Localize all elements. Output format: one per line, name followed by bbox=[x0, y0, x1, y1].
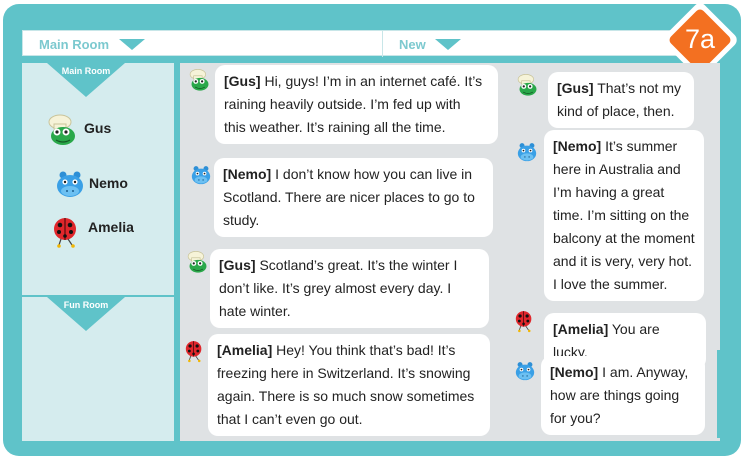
blue-hippo-icon bbox=[53, 167, 87, 201]
message-line: raining heavily outside. I’m fed up with bbox=[224, 96, 461, 112]
message-sender: [Gus] bbox=[557, 80, 594, 96]
chef-frog-icon bbox=[516, 73, 540, 97]
chevron-down-icon[interactable] bbox=[435, 39, 461, 50]
message-sender: [Gus] bbox=[219, 257, 256, 273]
chat-message: [Nemo] I don’t know how you can live in … bbox=[214, 158, 493, 237]
sidebar-user-gus[interactable]: Gus bbox=[84, 120, 111, 136]
blue-hippo-icon bbox=[189, 163, 213, 187]
room-sidebar: Main Room Gus Nemo Amelia Fun Room bbox=[22, 63, 174, 441]
room-tab-bar: Main Room New bbox=[22, 30, 720, 57]
message-line: how are things going bbox=[550, 387, 680, 403]
message-line: again. There is so much snow sometimes bbox=[217, 388, 475, 404]
message-line: don’t like. It’s grey almost every day. … bbox=[219, 280, 452, 296]
message-line: time. I’m sitting on the bbox=[553, 207, 690, 223]
message-sender: [Amelia] bbox=[217, 342, 273, 358]
chef-frog-icon bbox=[186, 250, 210, 274]
chef-frog-icon bbox=[46, 113, 80, 147]
tab-main-room[interactable]: Main Room bbox=[23, 31, 383, 57]
message-line: Scotland’s great. It’s the winter I bbox=[259, 257, 458, 273]
message-line: It’s summer bbox=[605, 138, 678, 154]
chat-message: [Amelia] Hey! You think that’s bad! It’s… bbox=[208, 334, 490, 436]
message-line: I’m having a great bbox=[553, 184, 665, 200]
sidebar-fun-room-label: Fun Room bbox=[63, 300, 109, 310]
message-line: I love the summer. bbox=[553, 276, 668, 292]
message-line: Hey! You think that’s bad! It’s bbox=[276, 342, 456, 358]
message-line: this weather. It’s raining all the time. bbox=[224, 119, 446, 135]
message-line: That’s not my bbox=[597, 80, 681, 96]
blue-hippo-icon bbox=[515, 140, 539, 164]
message-sender: [Gus] bbox=[224, 73, 261, 89]
chat-scrollbar[interactable] bbox=[717, 350, 720, 438]
message-line: and it is very, very hot. bbox=[553, 253, 693, 269]
message-sender: [Amelia] bbox=[553, 321, 609, 337]
message-line: for you? bbox=[550, 410, 601, 426]
message-line: balcony at the moment bbox=[553, 230, 695, 246]
message-line: I am. Anyway, bbox=[602, 364, 689, 380]
message-line: that I can’t even go out. bbox=[217, 411, 363, 427]
message-line: freezing here in Switzerland. It’s snowi… bbox=[217, 365, 471, 381]
ladybird-icon bbox=[513, 309, 537, 333]
tab-main-room-label: Main Room bbox=[39, 37, 110, 52]
message-line: Scotland. There are nicer places to go t… bbox=[223, 189, 475, 205]
message-line: kind of place, then. bbox=[557, 103, 675, 119]
chat-message: [Nemo] I am. Anyway, how are things goin… bbox=[541, 356, 705, 435]
message-sender: [Nemo] bbox=[223, 166, 272, 182]
blue-hippo-icon bbox=[513, 359, 537, 383]
sidebar-user-nemo[interactable]: Nemo bbox=[89, 175, 128, 191]
sidebar-user-amelia[interactable]: Amelia bbox=[88, 219, 134, 235]
tab-new-label: New bbox=[399, 37, 426, 52]
message-line: I don’t know how you can live in bbox=[275, 166, 473, 182]
badge-label: 7a bbox=[684, 24, 716, 54]
chevron-down-icon[interactable] bbox=[119, 39, 145, 50]
message-line: here in Australia and bbox=[553, 161, 681, 177]
chat-message: [Nemo] It’s summer here in Australia and… bbox=[544, 130, 704, 301]
chat-message: [Gus] Scotland’s great. It’s the winter … bbox=[210, 249, 489, 328]
chat-message: [Gus] That’s not my kind of place, then. bbox=[548, 72, 694, 128]
ladybird-icon bbox=[183, 339, 207, 363]
message-line: study. bbox=[223, 212, 260, 228]
message-line: hate winter. bbox=[219, 303, 291, 319]
chat-message: [Gus] Hi, guys! I’m in an internet café.… bbox=[215, 65, 498, 144]
chef-frog-icon bbox=[188, 68, 212, 92]
message-line: Hi, guys! I’m in an internet café. It’s bbox=[264, 73, 483, 89]
ladybird-icon bbox=[50, 215, 84, 249]
message-sender: [Nemo] bbox=[550, 364, 599, 380]
message-sender: [Nemo] bbox=[553, 138, 602, 154]
sidebar-main-room-label: Main Room bbox=[61, 66, 111, 76]
